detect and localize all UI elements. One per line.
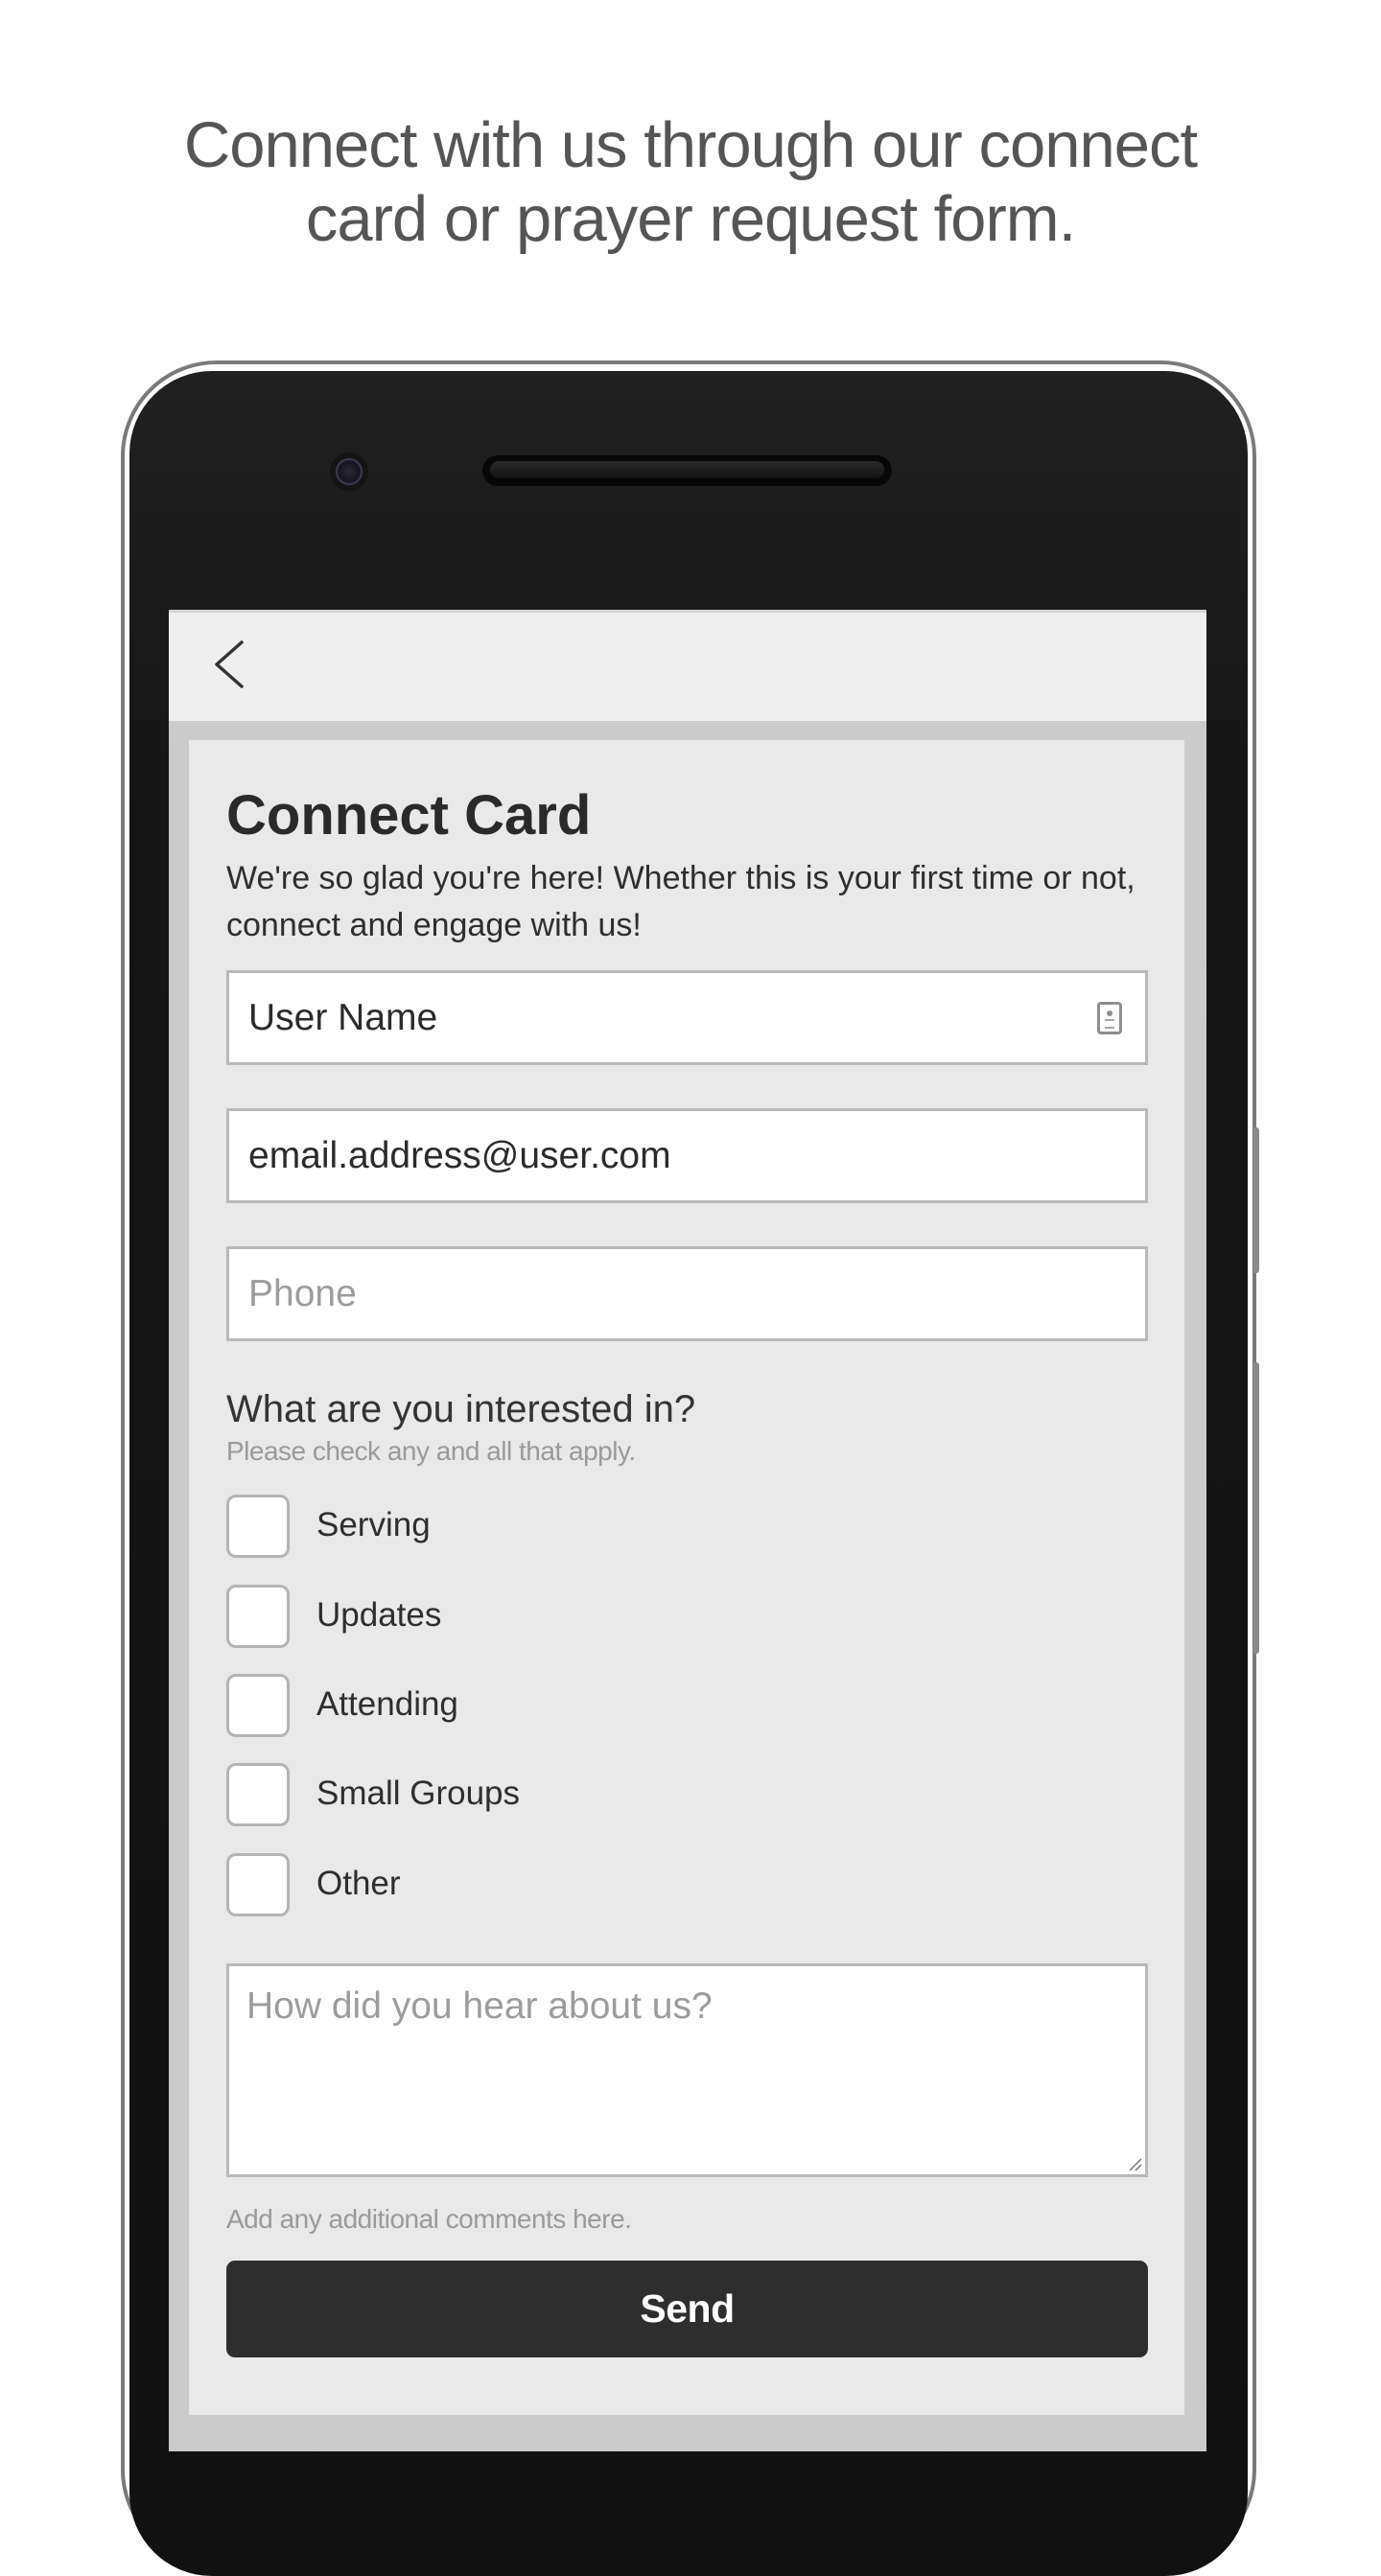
- phone-volume-button: [1253, 1127, 1259, 1273]
- checkbox-box[interactable]: [226, 1674, 290, 1737]
- checkbox-label: Small Groups: [316, 1775, 521, 1812]
- promo-headline-line-2: card or prayer request form.: [305, 183, 1076, 255]
- checkbox-box[interactable]: [226, 1585, 290, 1648]
- interests-hint: Please check any and all that apply.: [226, 1436, 636, 1466]
- promo-headline: Connect with us through our connect card…: [0, 108, 1381, 256]
- checkbox-label: Attending: [316, 1685, 458, 1723]
- connect-card-form: Connect Card We're so glad you're here! …: [189, 740, 1184, 2415]
- phone-power-button: [1253, 1362, 1259, 1654]
- contact-card-icon[interactable]: [1097, 1002, 1122, 1034]
- interests-question: What are you interested in?: [226, 1388, 696, 1430]
- comments-field[interactable]: [226, 1963, 1148, 2177]
- promo-headline-line-1: Connect with us through our connect: [183, 109, 1198, 181]
- checkbox-label: Serving: [316, 1506, 431, 1543]
- checkbox-label: Updates: [316, 1596, 442, 1634]
- email-field[interactable]: [226, 1108, 1148, 1203]
- checkbox-box[interactable]: [226, 1495, 290, 1558]
- email-input[interactable]: [229, 1111, 1145, 1200]
- checkbox-serving[interactable]: Serving: [226, 1495, 802, 1558]
- checkbox-small-groups[interactable]: Small Groups: [226, 1763, 802, 1826]
- checkbox-updates[interactable]: Updates: [226, 1585, 802, 1648]
- form-title: Connect Card: [226, 784, 592, 847]
- phone-camera-icon: [336, 458, 363, 485]
- checkbox-attending[interactable]: Attending: [226, 1674, 802, 1737]
- checkbox-other[interactable]: Other: [226, 1853, 802, 1916]
- checkbox-label: Other: [316, 1865, 401, 1902]
- back-button[interactable]: [207, 636, 255, 693]
- send-button[interactable]: Send: [226, 2261, 1148, 2357]
- chevron-left-icon: [215, 640, 244, 688]
- resize-handle-icon[interactable]: [1127, 2156, 1142, 2171]
- comments-hint: Add any additional comments here.: [226, 2204, 632, 2234]
- checkbox-box[interactable]: [226, 1853, 290, 1916]
- phone-screen: Connect Card We're so glad you're here! …: [169, 610, 1206, 2451]
- phone-speaker-icon: [482, 455, 892, 486]
- app-header: [169, 610, 1206, 721]
- comments-textarea[interactable]: [229, 1966, 1145, 2174]
- phone-input[interactable]: [229, 1249, 1145, 1338]
- form-description: We're so glad you're here! Whether this …: [226, 860, 1135, 943]
- phone-field[interactable]: [226, 1246, 1148, 1341]
- name-field[interactable]: [226, 970, 1148, 1065]
- name-input[interactable]: [229, 973, 1145, 1062]
- checkbox-box[interactable]: [226, 1763, 290, 1826]
